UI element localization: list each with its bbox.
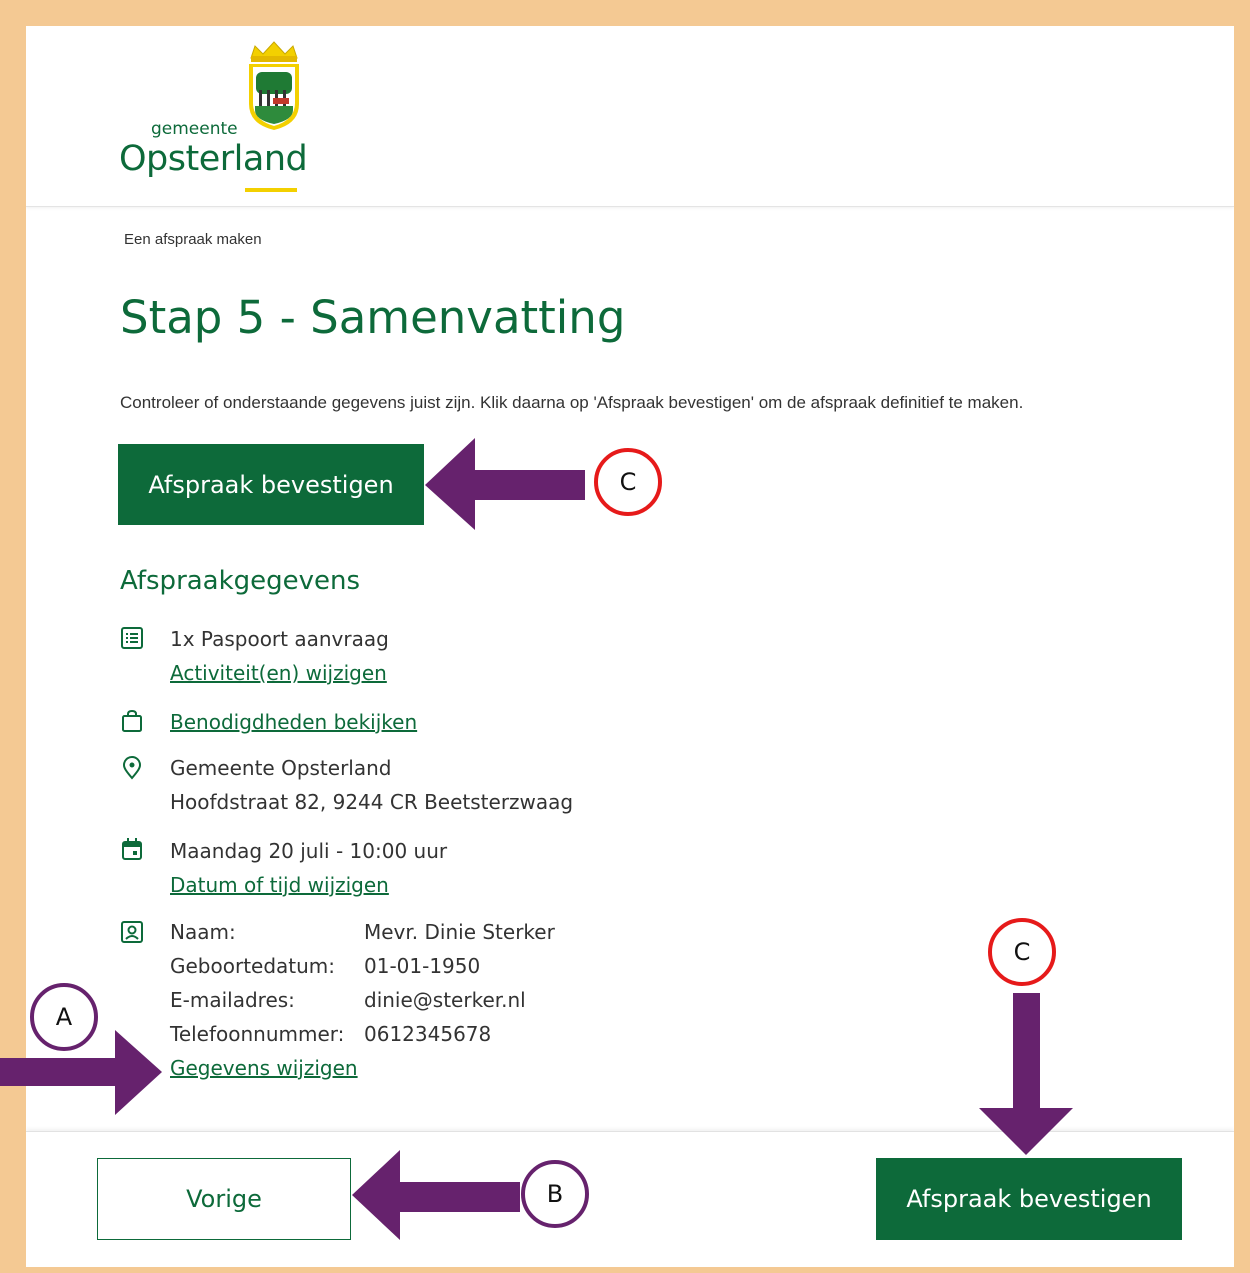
confirm-appointment-button-bottom[interactable]: Afspraak bevestigen [876, 1158, 1182, 1240]
location-pin-icon [122, 756, 142, 780]
section-title: Afspraakgegevens [120, 566, 361, 596]
bag-icon [122, 709, 142, 732]
datetime-text: Maandag 20 juli - 10:00 uur [170, 839, 448, 863]
change-details-link[interactable]: Gegevens wijzigen [170, 1056, 358, 1080]
person-label: Geboortedatum: [170, 954, 336, 978]
change-datetime-link[interactable]: Datum of tijd wijzigen [170, 873, 389, 897]
person-value: 01-01-1950 [364, 954, 481, 978]
person-label: E-mailadres: [170, 988, 295, 1012]
list-icon [121, 627, 143, 649]
page-title: Stap 5 - Samenvatting [120, 291, 626, 344]
logo-underline [245, 188, 297, 192]
change-activity-link[interactable]: Activiteit(en) wijzigen [170, 661, 387, 685]
calendar-icon [122, 838, 142, 860]
annotation-marker-c: C [594, 448, 662, 516]
breadcrumb: Een afspraak maken [124, 231, 262, 248]
confirm-appointment-button-top[interactable]: Afspraak bevestigen [118, 444, 424, 525]
person-value: 0612345678 [364, 1022, 492, 1046]
opsterland-logo[interactable]: gemeente Opsterland [119, 40, 319, 192]
annotation-marker-c: C [988, 918, 1056, 986]
person-card-icon [121, 921, 143, 943]
logo-gemeente-text: gemeente [151, 119, 238, 139]
view-requirements-link[interactable]: Benodigdheden bekijken [170, 710, 417, 734]
intro-text: Controleer of onderstaande gegevens juis… [120, 393, 1024, 412]
person-value: Mevr. Dinie Sterker [364, 920, 555, 944]
activity-text: 1x Paspoort aanvraag [170, 627, 389, 651]
page-frame: gemeente Opsterland Een afspraak maken S… [26, 26, 1234, 1267]
crest-icon [249, 41, 299, 130]
location-address: Hoofdstraat 82, 9244 CR Beetsterzwaag [170, 790, 574, 814]
site-header: gemeente Opsterland [26, 26, 1234, 207]
person-value: dinie@sterker.nl [364, 988, 526, 1012]
previous-button[interactable]: Vorige [97, 1158, 351, 1240]
annotation-marker-a: A [30, 983, 98, 1051]
location-name: Gemeente Opsterland [170, 756, 392, 780]
person-label: Telefoonnummer: [170, 1022, 345, 1046]
logo-name-text: Opsterland [119, 139, 308, 179]
annotation-marker-b: B [521, 1160, 589, 1228]
person-label: Naam: [170, 920, 236, 944]
